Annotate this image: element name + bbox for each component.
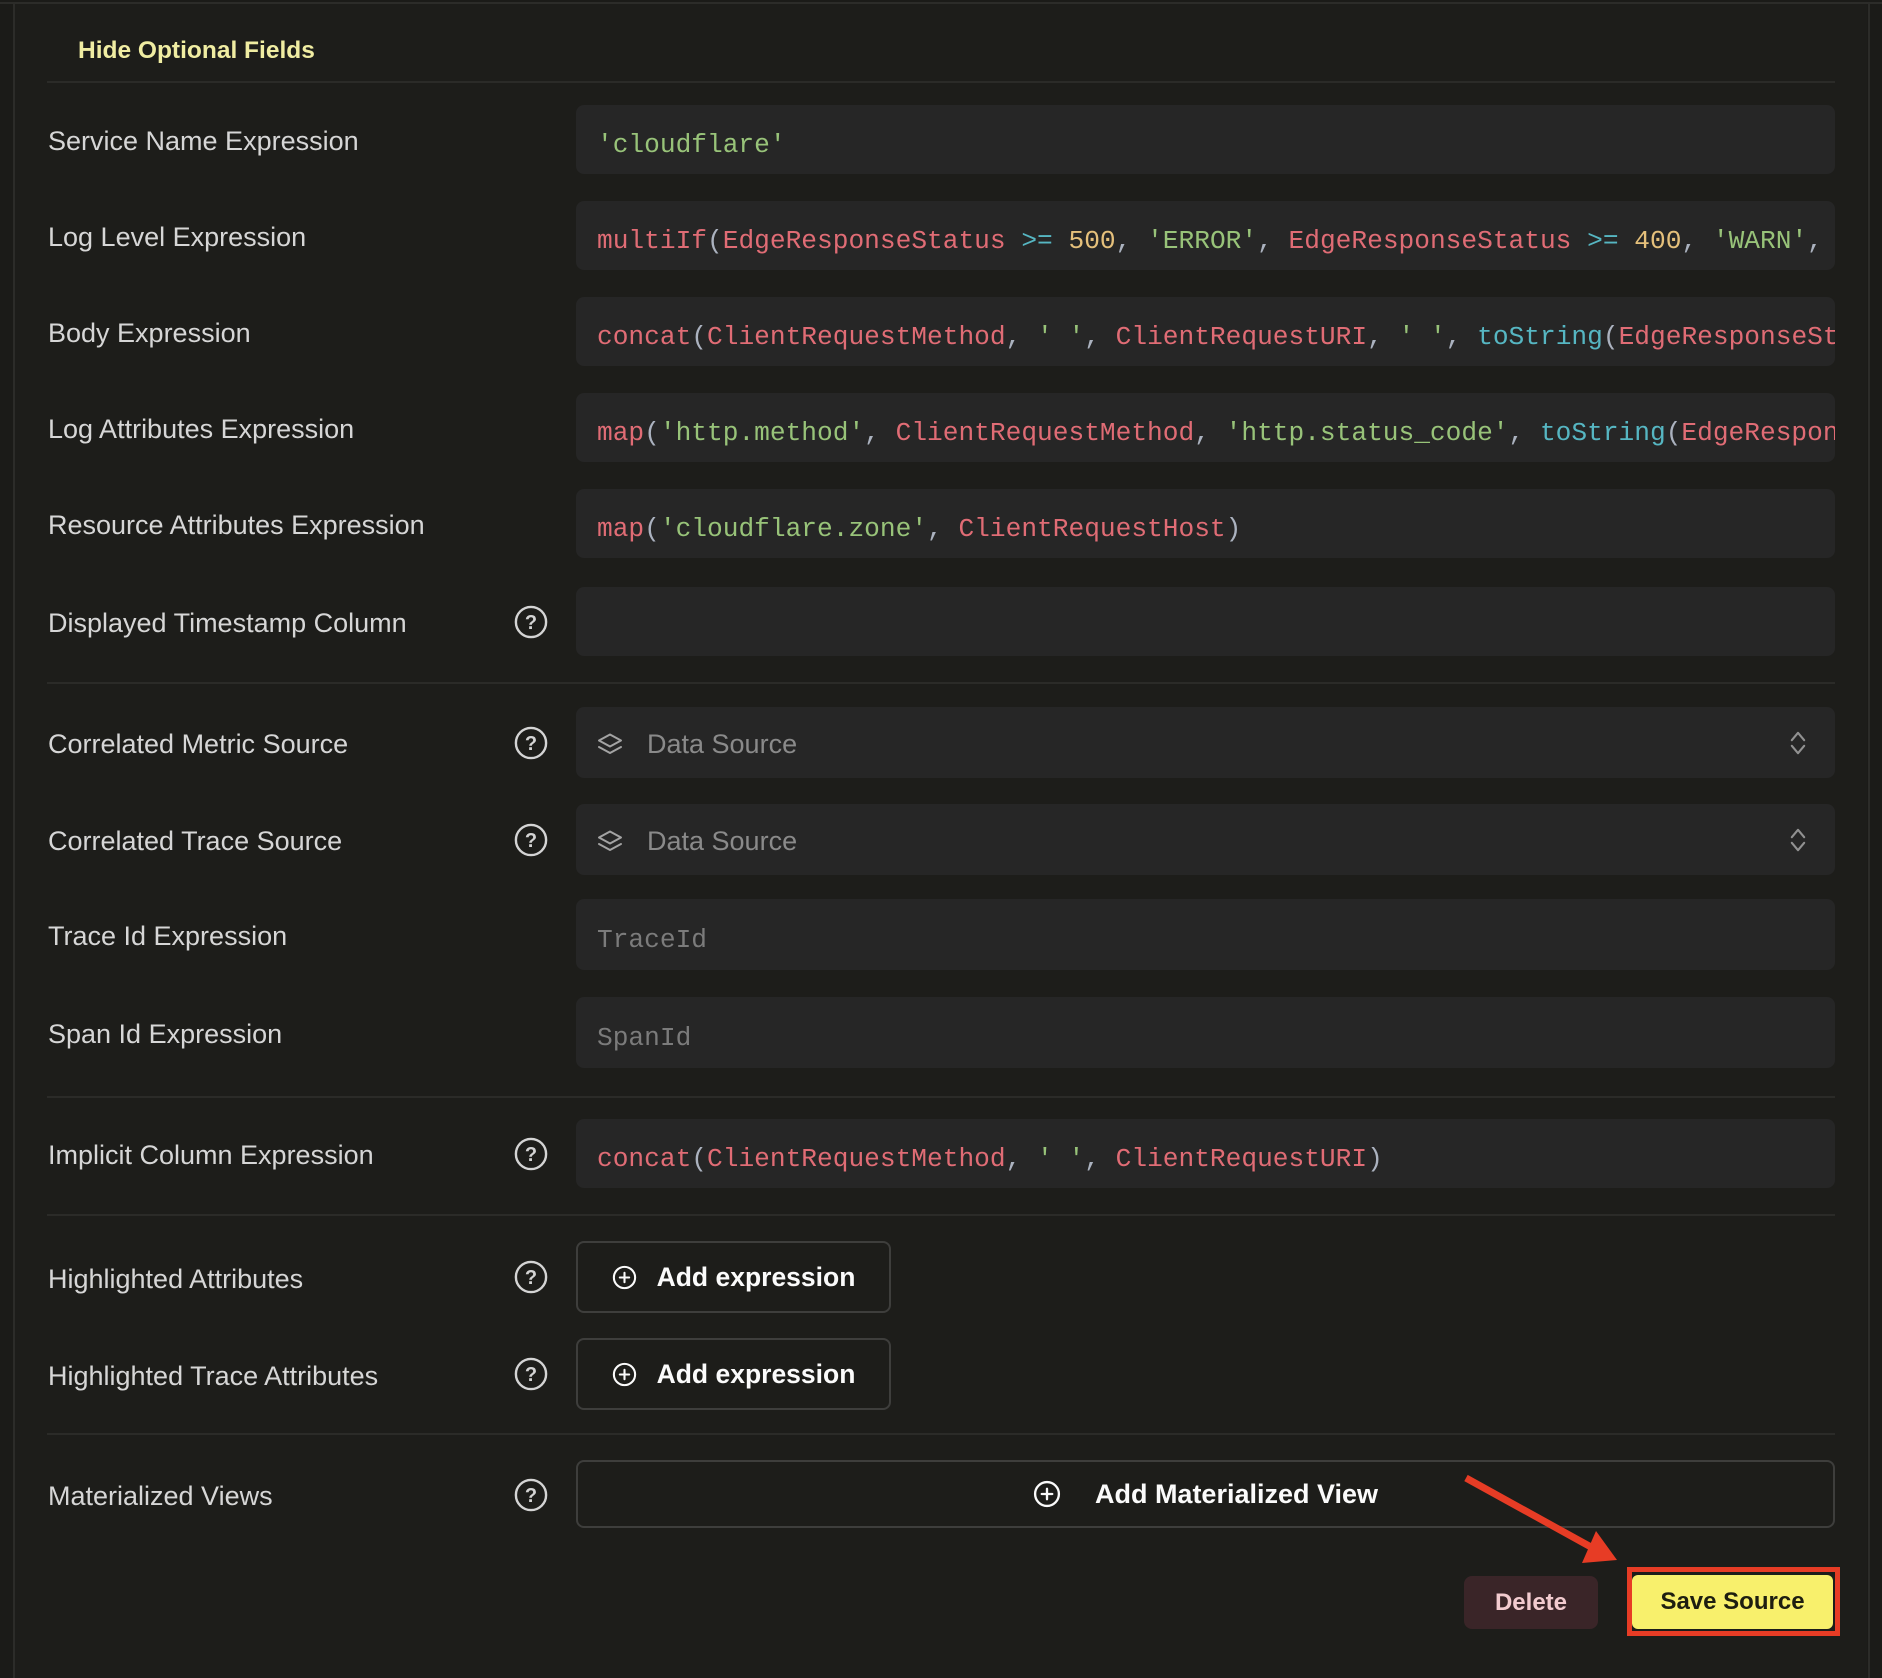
svg-text:?: ? <box>525 1485 537 1507</box>
svg-text:?: ? <box>525 612 537 634</box>
svg-text:?: ? <box>525 1144 537 1166</box>
svg-text:?: ? <box>525 733 537 755</box>
svg-text:?: ? <box>525 1267 537 1289</box>
svg-text:?: ? <box>525 1364 537 1386</box>
svg-text:?: ? <box>525 830 537 852</box>
